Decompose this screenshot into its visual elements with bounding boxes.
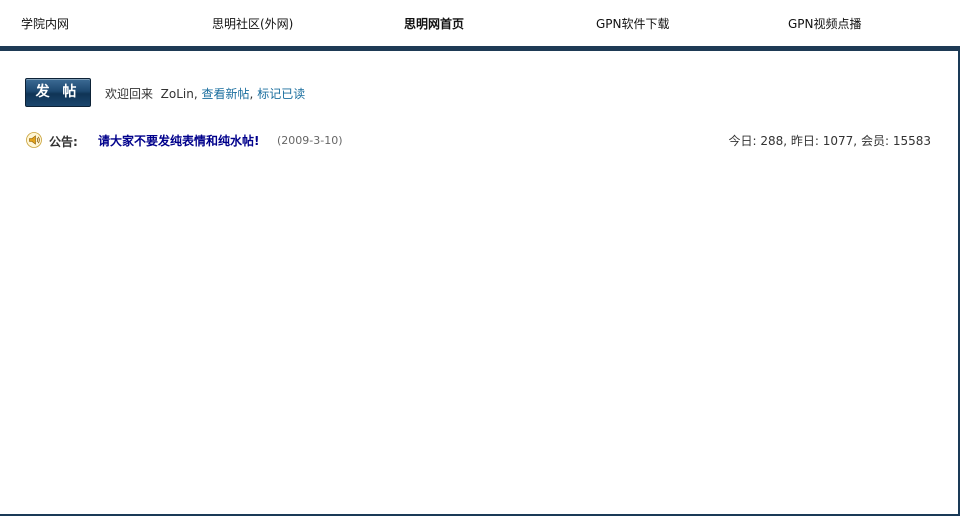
nav-campus-intranet[interactable]: 学院内网 [21,15,69,32]
welcome-bar: 欢迎回来 ZoLin, 查看新帖, 标记已读 [105,85,305,102]
forum-stats: 今日: 288, 昨日: 1077, 会员: 15583 [728,134,931,148]
mark-read-link[interactable]: 标记已读 [257,87,305,101]
nav-gpn-video-on-demand[interactable]: GPN视频点播 [788,15,862,32]
stats-today-label: 今日: [728,134,757,148]
welcome-separator: , [193,87,198,101]
page-frame [0,0,960,516]
view-new-posts-link[interactable]: 查看新帖 [202,87,250,101]
stats-today-value: 288 [760,134,784,148]
megaphone-icon [26,132,42,148]
nav-siming-community-external[interactable]: 思明社区(外网) [212,15,293,32]
new-post-button[interactable]: 发 帖 [25,78,91,107]
nav-divider [0,46,960,51]
stats-yesterday-value: 1077 [822,134,854,148]
nav-siming-homepage[interactable]: 思明网首页 [404,15,464,32]
top-navigation: 学院内网 思明社区(外网) 思明网首页 GPN软件下载 GPN视频点播 [0,0,960,46]
welcome-separator: , [249,87,254,101]
stats-yesterday-label: 昨日: [790,134,819,148]
announcement-label: 公告: [49,135,78,149]
nav-gpn-software-download[interactable]: GPN软件下载 [596,15,670,32]
announcement-link[interactable]: 请大家不要发纯表情和纯水帖! [98,132,259,149]
stats-members-value: 15583 [892,134,931,148]
welcome-username: ZoLin [160,87,194,101]
announcement-date: (2009-3-10) [277,134,343,147]
welcome-greeting: 欢迎回来 [105,87,154,101]
stats-members-label: 会员: [860,134,889,148]
